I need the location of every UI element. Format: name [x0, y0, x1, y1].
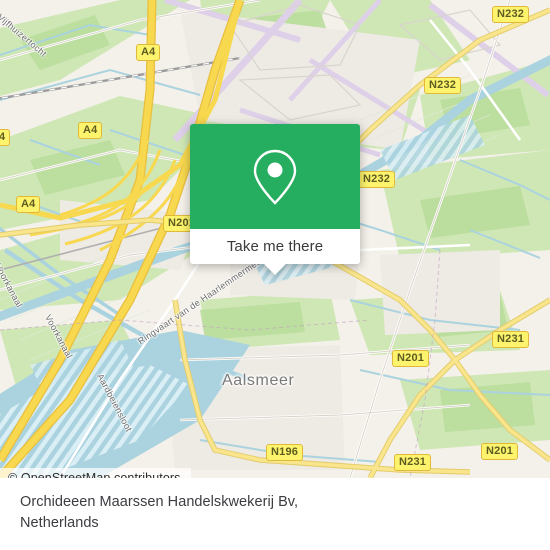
- map-attribution[interactable]: © OpenStreetMap contributors: [0, 468, 191, 478]
- footer-bar: Orchideeen Maarssen Handelskwekerij Bv, …: [0, 478, 550, 550]
- moovit-map-screenshot: Vijfhuizertocht Voorkanaal Voorkanaal Aa…: [0, 0, 550, 550]
- map-viewport[interactable]: Vijfhuizertocht Voorkanaal Voorkanaal Aa…: [0, 0, 550, 478]
- location-title: Orchideeen Maarssen Handelskwekerij Bv, …: [20, 494, 299, 531]
- road-shield-n201: N201: [481, 443, 519, 460]
- road-shield-n232: N232: [492, 6, 530, 23]
- take-me-there-label: Take me there: [226, 238, 324, 255]
- road-shield-a4: A4: [136, 44, 161, 61]
- popup-icon-panel: [190, 124, 360, 229]
- road-shield-n201: N201: [392, 350, 430, 367]
- take-me-there-button[interactable]: Take me there: [190, 229, 360, 264]
- location-popup-card[interactable]: Take me there: [190, 124, 360, 275]
- road-shield-n231: N231: [492, 331, 530, 348]
- map-pin-icon: [253, 149, 297, 205]
- road-shield-a4: A4: [16, 196, 41, 213]
- road-shield-n196: N196: [266, 444, 304, 461]
- road-shield-n232: N232: [358, 171, 396, 188]
- popup-pointer-tail: [264, 264, 286, 275]
- road-shield-n232: N232: [424, 77, 462, 94]
- road-shield-n231: N231: [394, 454, 432, 471]
- road-shield-a4: A4: [78, 122, 103, 139]
- road-shield-a4-clipped: 4: [0, 129, 11, 146]
